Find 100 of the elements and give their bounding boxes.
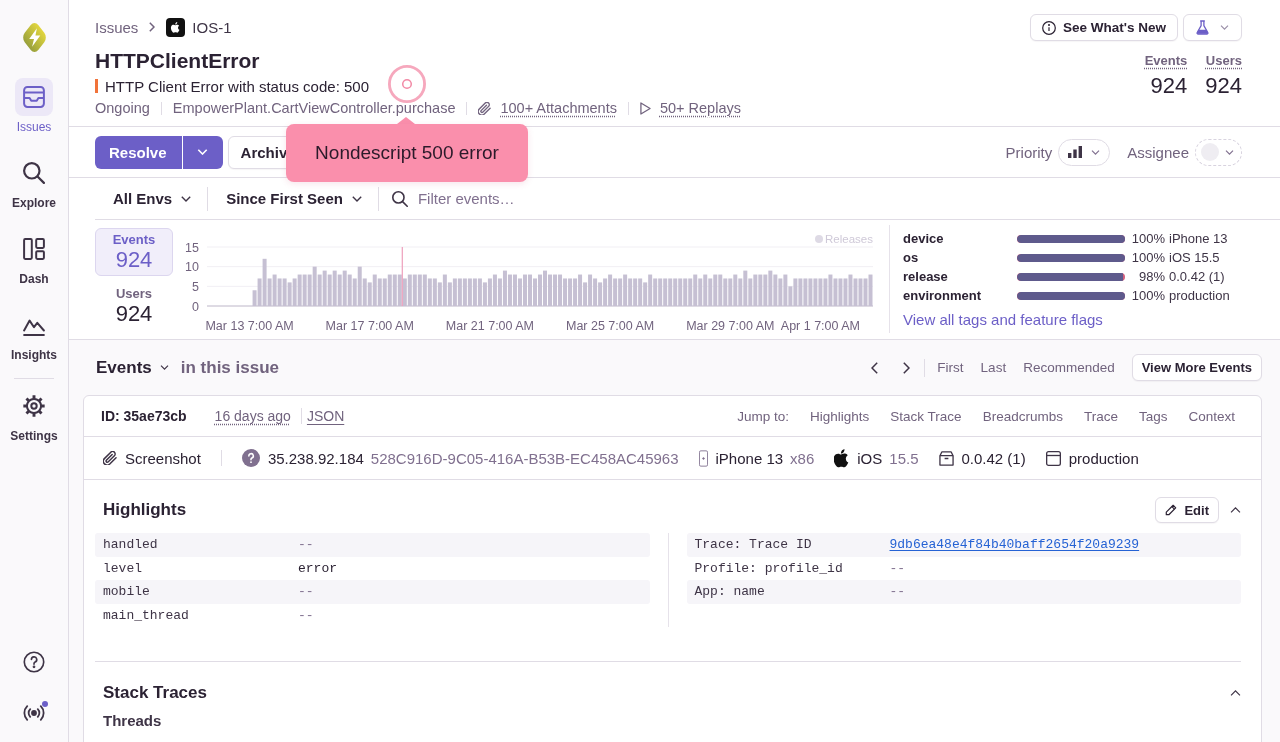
collapse-chevron-icon[interactable]	[1230, 507, 1241, 513]
summary-tab[interactable]: Events 924	[95, 228, 173, 276]
stat-value: 924	[1205, 73, 1242, 99]
broadcast-icon[interactable]	[23, 705, 45, 721]
json-link[interactable]: JSON	[306, 408, 345, 424]
settings-icon	[23, 395, 45, 417]
event-nav-link[interactable]: Recommended	[1023, 360, 1115, 375]
highlight-key: handled	[103, 537, 298, 553]
event-age-link[interactable]: 16 days ago	[214, 408, 291, 424]
jump-link[interactable]: Trace	[1083, 408, 1118, 424]
window-icon	[1045, 450, 1061, 466]
tag-percent: 98%	[1137, 269, 1165, 284]
priority-button[interactable]	[1058, 138, 1111, 166]
meta-link[interactable]: 100+ Attachments	[500, 100, 617, 116]
stat-label: Users	[1205, 52, 1242, 70]
flask-dropdown-button[interactable]	[1183, 14, 1242, 41]
summary-tab[interactable]: Users 924	[95, 282, 173, 330]
edit-button[interactable]: Edit	[1155, 497, 1219, 523]
release-marker[interactable]	[401, 246, 403, 307]
breadcrumb-link[interactable]: Issues	[95, 18, 139, 36]
nav-item[interactable]: Settings	[3, 387, 65, 443]
section-title: Stack Traces	[103, 683, 207, 703]
highlight-key: Trace: Trace ID	[694, 537, 890, 553]
axis-label: Mar 29 7:00 AM	[686, 319, 775, 333]
help-icon[interactable]	[23, 651, 45, 673]
highlight-value: --	[889, 584, 906, 600]
chevron-down-icon	[181, 195, 192, 202]
package-icon	[938, 450, 954, 466]
nav-item[interactable]: Dash	[3, 230, 65, 286]
highlight-key: main_thread	[103, 607, 298, 623]
error-level-marker-icon	[95, 79, 98, 93]
context-subtitle: 528C916D-9C05-416A-B53B-EC458AC45963	[370, 449, 679, 467]
threads-heading: Threads	[102, 712, 162, 729]
info-icon	[1042, 20, 1056, 35]
phone-icon	[698, 449, 708, 467]
flask-icon	[1196, 20, 1209, 35]
resolve-button[interactable]: Resolve	[95, 135, 182, 169]
unknown-user-icon	[241, 449, 260, 467]
avatar-placeholder-icon	[1201, 143, 1219, 161]
chevron-down-icon	[197, 149, 209, 155]
pencil-icon	[1165, 504, 1178, 516]
highlight-key: level	[103, 560, 298, 576]
events-dropdown[interactable]: Events	[96, 357, 169, 378]
axis-label: 0	[192, 299, 199, 314]
collapse-chevron-icon[interactable]	[1230, 690, 1241, 696]
priority-bars-icon	[1068, 146, 1083, 158]
axis-label: 10	[185, 260, 199, 275]
tag-value: production	[1169, 288, 1230, 303]
context-title: iOS	[857, 449, 883, 467]
context-title: 35.238.92.184	[267, 449, 364, 467]
issue-title: HTTPClientError	[95, 48, 260, 74]
tooltip-pointer-icon	[397, 117, 415, 124]
tag-key: release	[903, 269, 1017, 284]
tag-percent: 100%	[1130, 288, 1165, 303]
chevron-right-icon[interactable]	[903, 361, 911, 374]
search-icon	[391, 190, 408, 207]
tag-value: 0.0.42 (1)	[1169, 269, 1225, 284]
tag-key: environment	[903, 288, 1017, 303]
event-nav-link[interactable]: Last	[980, 360, 1007, 375]
view-all-tags-link[interactable]: View all tags and feature flags	[903, 310, 1103, 330]
jump-link[interactable]: Context	[1188, 408, 1235, 424]
priority-label: Priority	[1005, 143, 1053, 161]
event-nav-link[interactable]: First	[937, 360, 964, 375]
breadcrumb-link[interactable]: IOS-1	[192, 18, 232, 36]
environment-dropdown[interactable]: All Envs	[95, 178, 208, 219]
whats-new-button[interactable]: See What's New	[1030, 14, 1178, 41]
highlight-value: --	[298, 584, 314, 600]
issue-message: HTTP Client Error with status code: 500	[105, 77, 369, 95]
jump-link[interactable]: Highlights	[810, 408, 870, 424]
jump-to-label: Jump to:	[737, 408, 790, 424]
highlight-key: mobile	[103, 584, 298, 600]
nav-item[interactable]: Explore	[3, 154, 65, 210]
legend-dot-icon	[815, 235, 823, 243]
search-input[interactable]: Filter events…	[417, 187, 1280, 210]
highlight-value: --	[298, 607, 314, 623]
context-subtitle: 15.5	[889, 449, 919, 467]
tag-key: os	[903, 250, 1017, 265]
resolve-menu-button[interactable]	[182, 135, 223, 169]
meta-link[interactable]: 50+ Replays	[659, 100, 741, 116]
jump-link[interactable]: Breadcrumbs	[982, 408, 1063, 424]
meta-text: Ongoing	[95, 100, 150, 116]
tag-percent: 100%	[1130, 231, 1165, 246]
chevron-down-icon	[1091, 149, 1101, 155]
jump-link[interactable]: Tags	[1138, 408, 1168, 424]
jump-link[interactable]: Stack Trace	[890, 408, 962, 424]
nav-item[interactable]: Insights	[3, 306, 65, 362]
tag-value: iOS 15.5	[1169, 250, 1220, 265]
apple-icon	[166, 17, 186, 37]
chevron-down-icon	[351, 195, 362, 202]
dashboard-icon	[23, 238, 45, 260]
tooltip: Nondescript 500 error	[286, 124, 528, 182]
view-more-events-button[interactable]: View More Events	[1131, 354, 1262, 381]
meta-text: EmpowerPlant.CartViewController.purchase	[172, 100, 456, 116]
events-scope-text: in this issue	[180, 357, 279, 378]
chevron-left-icon[interactable]	[871, 361, 879, 374]
context-title: production	[1068, 449, 1139, 467]
nav-item[interactable]: Issues	[3, 78, 65, 134]
inbox-icon	[23, 86, 45, 108]
axis-label: 5	[192, 279, 199, 294]
highlight-link[interactable]: 9db6ea48e4f84b40baff2654f20a9239	[889, 537, 1140, 553]
